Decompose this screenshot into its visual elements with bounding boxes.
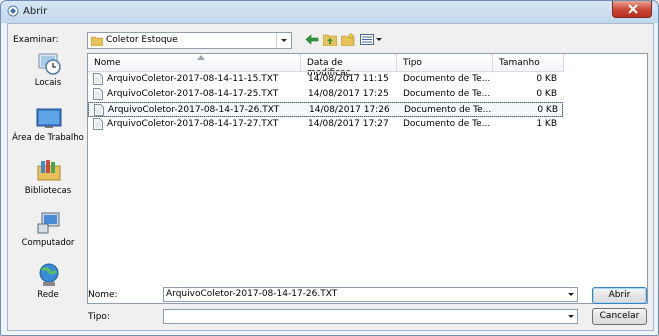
sort-arrow-icon xyxy=(197,55,205,60)
place-area-de-trabalho[interactable]: Área de Trabalho xyxy=(12,105,84,153)
network-icon xyxy=(39,263,59,286)
look-in-combo[interactable]: Coletor Estoque xyxy=(87,32,292,49)
text-file-icon xyxy=(94,104,104,116)
up-folder-icon[interactable] xyxy=(323,33,337,46)
file-size: 0 KB xyxy=(537,105,558,115)
place-rede[interactable]: Rede xyxy=(12,262,84,310)
text-file-icon xyxy=(93,73,103,85)
column-header-date[interactable]: Data de modificaç... xyxy=(301,54,397,78)
file-type-label: Tipo: xyxy=(88,312,110,322)
open-dialog-window: Abrir Examinar: Coletor Estoque Locais Á… xyxy=(0,0,659,336)
title-bar[interactable]: Abrir xyxy=(1,1,658,23)
look-in-dropdown-arrow[interactable] xyxy=(276,33,291,48)
file-date: 14/08/2017 17:27 xyxy=(308,119,389,129)
place-locais[interactable]: Locais xyxy=(12,50,84,98)
place-label: Locais xyxy=(34,78,62,88)
window-title: Abrir xyxy=(23,6,48,17)
file-name: ArquivoColetor-2017-08-14-17-27.TXT xyxy=(107,119,279,129)
look-in-label: Examinar: xyxy=(13,35,59,45)
new-folder-icon[interactable] xyxy=(341,33,355,46)
place-label-text: Área de Trabalho xyxy=(12,133,84,143)
text-file-icon xyxy=(93,118,103,130)
file-date: 14/08/2017 17:25 xyxy=(308,89,389,99)
dialog-body: Examinar: Coletor Estoque Locais Área de… xyxy=(7,23,654,331)
file-size: 0 KB xyxy=(536,74,557,84)
folder-icon xyxy=(91,36,103,46)
close-icon xyxy=(628,4,638,14)
file-size: 0 KB xyxy=(536,89,557,99)
table-row[interactable]: ArquivoColetor-2017-08-14-17-25.TXT 14/0… xyxy=(88,87,563,102)
look-in-value: Coletor Estoque xyxy=(106,35,178,45)
file-type-select[interactable] xyxy=(163,309,578,324)
column-header-size[interactable]: Tamanho xyxy=(493,54,564,71)
app-icon xyxy=(7,5,19,17)
open-button[interactable]: Abrir xyxy=(592,287,647,304)
column-header-type[interactable]: Tipo xyxy=(397,54,493,71)
table-row[interactable]: ArquivoColetor-2017-08-14-17-27.TXT 14/0… xyxy=(88,117,563,132)
computer-icon xyxy=(37,212,60,234)
file-size: 1 KB xyxy=(536,119,557,129)
desktop-icon xyxy=(36,108,62,128)
file-name: ArquivoColetor-2017-08-14-17-25.TXT xyxy=(107,89,279,99)
chevron-down-icon[interactable] xyxy=(565,310,577,323)
file-type: Documento de Te... xyxy=(403,74,491,84)
place-computador[interactable]: Computador xyxy=(12,210,84,258)
chevron-down-icon xyxy=(281,39,287,42)
cancel-button[interactable]: Cancelar xyxy=(592,308,647,325)
column-header-name[interactable]: Nome xyxy=(88,54,301,71)
file-type: Documento de Te... xyxy=(404,105,492,115)
place-label: Bibliotecas xyxy=(24,186,72,196)
libraries-icon xyxy=(37,160,61,181)
file-name: ArquivoColetor-2017-08-14-11-15.TXT xyxy=(107,74,279,84)
place-label: Área de Trabalho xyxy=(12,133,84,143)
file-name-label: Nome: xyxy=(88,290,118,300)
file-name-input[interactable]: ArquivoColetor-2017-08-14-17-26.TXT xyxy=(163,287,578,302)
back-arrow-icon[interactable] xyxy=(305,33,319,46)
file-list[interactable]: Nome Data de modificaç... Tipo Tamanho A… xyxy=(87,53,648,304)
file-name-value: ArquivoColetor-2017-08-14-17-26.TXT xyxy=(166,289,338,299)
table-row-selected[interactable]: ArquivoColetor-2017-08-14-17-26.TXT 14/0… xyxy=(88,102,563,117)
view-menu-icon[interactable] xyxy=(360,33,382,46)
place-label: Rede xyxy=(37,290,59,300)
place-label: Computador xyxy=(21,238,75,248)
file-type: Documento de Te... xyxy=(403,89,491,99)
file-type: Documento de Te... xyxy=(403,119,491,129)
recent-places-icon xyxy=(38,53,61,75)
table-row[interactable]: ArquivoColetor-2017-08-14-11-15.TXT 14/0… xyxy=(88,72,563,87)
chevron-down-icon[interactable] xyxy=(565,288,577,301)
file-date: 14/08/2017 11:15 xyxy=(308,74,389,84)
places-bar: Locais Área de Trabalho Bibliotecas Comp… xyxy=(12,50,84,304)
file-date: 14/08/2017 17:26 xyxy=(309,105,390,115)
place-bibliotecas[interactable]: Bibliotecas xyxy=(12,158,84,206)
text-file-icon xyxy=(93,88,103,100)
file-name: ArquivoColetor-2017-08-14-17-26.TXT xyxy=(108,105,280,115)
close-button[interactable] xyxy=(612,1,652,18)
